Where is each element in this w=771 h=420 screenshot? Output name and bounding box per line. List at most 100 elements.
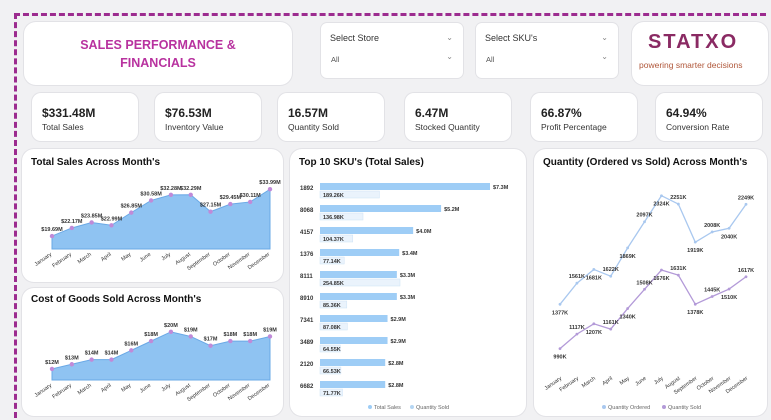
data-point <box>69 225 75 231</box>
data-label: $32.29M <box>180 186 202 192</box>
y-tick-label: 2120 <box>300 362 314 368</box>
data-point <box>575 281 579 285</box>
x-tick-label: March <box>77 383 93 397</box>
data-point <box>168 329 174 335</box>
total-sales-chart-card: Total Sales Across Month's $19.69M Januar… <box>22 149 283 282</box>
data-point <box>575 332 579 336</box>
title-panel: SALES PERFORMANCE & FINANCIALS <box>24 22 292 85</box>
bar-label: 87.08K <box>323 325 341 331</box>
data-label: $32.28M <box>160 186 182 192</box>
data-label: 1681K <box>586 275 602 281</box>
data-label: 1377K <box>552 310 568 316</box>
sku-slicer-value[interactable]: All <box>486 55 494 64</box>
data-point <box>267 187 273 192</box>
data-point <box>626 307 630 310</box>
bar-label: 136.98K <box>323 215 344 221</box>
top-skus-chart: 1892 $7.3M 189.26K 8068 $5.2M 136.98K 4157 $4.0… <box>300 183 509 411</box>
data-point <box>188 192 193 197</box>
data-point <box>208 343 213 348</box>
data-label: 1919K <box>687 248 703 254</box>
quantity-chart: 1377K 1561K 1681K1622K 1869K 2097K2324K2251K… <box>544 194 754 411</box>
data-label: $19M <box>263 327 277 333</box>
kpi-card-stocked-quantity: 6.47M Stocked Quantity <box>405 93 511 141</box>
data-label: 1510K <box>721 295 737 301</box>
bar-total-sales <box>320 271 397 278</box>
data-label: $33.99M <box>259 180 281 186</box>
x-tick-label: March <box>581 376 597 390</box>
data-label: 1445K <box>704 288 720 294</box>
x-tick-label: June <box>139 252 152 264</box>
bar-total-sales <box>320 249 400 256</box>
bar-label: $2.8M <box>388 383 404 389</box>
chevron-down-icon[interactable]: ⌄ <box>446 52 453 61</box>
data-label: $23.85M <box>81 213 103 219</box>
logo-tagline: powering smarter decisions <box>639 60 743 70</box>
chevron-down-icon[interactable]: ⌄ <box>601 33 608 42</box>
chevron-down-icon[interactable]: ⌄ <box>446 33 453 42</box>
cogs-chart: $12M January $13M February $14M March $14M Apri… <box>34 323 278 403</box>
data-label: 1117K <box>569 325 585 331</box>
logo-panel: STATXO powering smarter decisions <box>632 22 768 85</box>
logo: STATXO <box>648 31 739 53</box>
data-label: 2249K <box>738 195 754 201</box>
bar-total-sales <box>320 337 388 344</box>
legend-marker <box>662 405 666 409</box>
store-slicer-label: Select Store <box>330 33 380 43</box>
kpi-label: Profit Percentage <box>541 122 607 132</box>
y-tick-label: 3489 <box>300 340 314 346</box>
kpi-value: 66.87% <box>541 106 582 120</box>
data-label: 2324K <box>653 202 669 208</box>
data-label: 1622K <box>603 267 619 273</box>
bar-total-sales <box>320 315 388 322</box>
data-label: 1617K <box>738 268 754 274</box>
x-tick-label: December <box>247 383 271 403</box>
data-point <box>609 327 613 331</box>
data-label: 990K <box>553 355 566 361</box>
kpi-label: Inventory Value <box>165 122 224 132</box>
data-label: $13M <box>65 355 79 361</box>
data-point <box>228 201 233 207</box>
data-label: $22.17M <box>61 219 83 225</box>
data-label: 1207K <box>586 330 602 336</box>
kpi-value: $331.48M <box>42 106 96 120</box>
kpi-value: $76.53M <box>165 106 212 120</box>
x-tick-label: February <box>51 383 73 401</box>
chevron-down-icon[interactable]: ⌄ <box>601 52 608 61</box>
data-point <box>727 287 731 291</box>
bar-label: $4.0M <box>416 229 432 235</box>
data-point <box>558 347 562 351</box>
kpi-card-conversion-rate: 64.94% Conversion Rate <box>656 93 762 141</box>
legend-marker <box>368 405 372 409</box>
total-sales-chart: $19.69M January $22.17M February $23.85M Marc… <box>34 180 281 272</box>
y-tick-label: 7341 <box>300 318 314 324</box>
data-label: $18M <box>243 332 257 338</box>
store-slicer-value[interactable]: All <box>331 55 339 64</box>
x-tick-label: May <box>120 252 132 263</box>
kpi-label: Quantity Sold <box>288 122 340 132</box>
quantity-chart-card: Quantity (Ordered vs Sold) Across Month'… <box>534 149 767 416</box>
data-point <box>592 268 596 271</box>
kpi-value: 64.94% <box>666 106 707 120</box>
store-slicer[interactable]: Select Store ⌄ All ⌄ <box>321 23 463 78</box>
sku-slicer-label: Select SKU's <box>485 33 538 43</box>
y-tick-label: 8910 <box>300 296 314 302</box>
data-point <box>693 302 697 306</box>
legend-entry: Total Sales <box>374 405 401 411</box>
data-label: $27.15M <box>200 203 222 209</box>
x-tick-label: December <box>247 252 271 272</box>
sku-slicer[interactable]: Select SKU's ⌄ All ⌄ <box>476 23 618 78</box>
data-label: $26.85M <box>121 204 143 210</box>
data-label: 1508K <box>636 280 652 286</box>
bar-label: 64.55K <box>323 347 341 353</box>
data-point <box>89 357 94 362</box>
data-point <box>69 362 75 367</box>
data-point <box>228 338 233 344</box>
data-label: 1676K <box>653 276 669 282</box>
legend-entry: Quantity Sold <box>668 405 701 411</box>
data-label: 2040K <box>721 234 737 240</box>
bar-label: $3.3M <box>400 295 416 301</box>
kpi-card-total-sales: $331.48M Total Sales <box>32 93 138 141</box>
x-tick-label: April <box>601 376 613 387</box>
bar-label: 71.77K <box>323 391 341 397</box>
data-point <box>558 302 562 306</box>
